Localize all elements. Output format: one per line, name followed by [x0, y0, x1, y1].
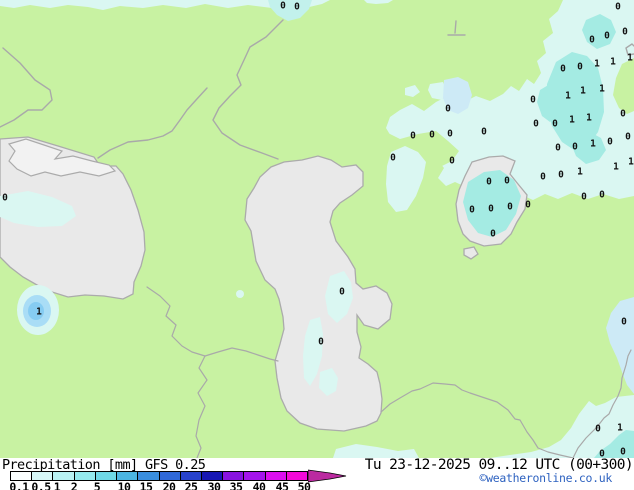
precip-value: 0	[552, 119, 558, 130]
scale-box	[266, 472, 287, 480]
scale-box	[244, 472, 265, 480]
scale-tick-label: 45	[276, 480, 289, 490]
precip-value: 0	[581, 192, 587, 203]
precip-value: 0	[577, 62, 583, 73]
weather-map-screenshot: 0000000011101110000000011001000000111000…	[0, 0, 634, 490]
precip-value: 0	[599, 190, 605, 201]
scale-tick-label: 35	[230, 480, 243, 490]
precip-value: 1	[627, 53, 633, 64]
precip-value: 0	[604, 31, 610, 42]
precip-value: 0	[2, 193, 8, 204]
scale-box	[32, 472, 53, 480]
precip-value: 1	[565, 91, 571, 102]
scale-labels: 0.10.5125101520253035404550	[0, 480, 340, 490]
scale-tick-label: 40	[253, 480, 266, 490]
precip-value: 0	[621, 317, 627, 328]
copyright-watermark: ©weatheronline.co.uk	[480, 471, 612, 485]
precip-value: 1	[628, 157, 634, 168]
scale-box	[202, 472, 223, 480]
precip-value: 0	[572, 142, 578, 153]
precip-value: 0	[595, 424, 601, 435]
scale-box	[287, 472, 307, 480]
precip-value: 0	[525, 200, 531, 211]
precip-value: 0	[620, 109, 626, 120]
precipitation-map: 0000000011101110000000011001000000111000…	[0, 0, 634, 458]
precip-value: 0	[294, 2, 300, 13]
precip-value: 1	[590, 139, 596, 150]
precip-value: 1	[36, 307, 42, 318]
precip-value: 0	[558, 170, 564, 181]
scale-box	[181, 472, 202, 480]
precip-value: 0	[540, 172, 546, 183]
precip-value: 0	[589, 35, 595, 46]
scale-tick-label: 1	[54, 480, 60, 490]
precip-value: 0	[507, 202, 513, 213]
legend-bar: Precipitation [mm] GFS 0.25 Tu 23-12-202…	[0, 458, 634, 490]
scale-tick-label: 0.1	[9, 480, 28, 490]
precip-value: 1	[617, 423, 623, 434]
scale-tick-label: 2	[71, 480, 77, 490]
precip-value: 0	[429, 130, 435, 141]
scale-box	[138, 472, 159, 480]
precip-value: 1	[580, 86, 586, 97]
precip-value: 0	[560, 64, 566, 75]
precip-value: 0	[318, 337, 324, 348]
precip-value: 1	[586, 113, 592, 124]
precip-value: 1	[599, 84, 605, 95]
precip-value: 0	[410, 131, 416, 142]
precip-value: 0	[390, 153, 396, 164]
scale-box	[75, 472, 96, 480]
precip-value: 0	[620, 447, 626, 458]
precip-value: 0	[504, 176, 510, 187]
precip-value: 0	[607, 137, 613, 148]
precip-value: 0	[488, 204, 494, 215]
precip-value: 1	[569, 115, 575, 126]
precip-value: 0	[481, 127, 487, 138]
precip-dot	[236, 290, 244, 298]
precip-value: 0	[622, 27, 628, 38]
precip-value: 0	[486, 177, 492, 188]
precip-value: 0	[615, 2, 621, 13]
precip-value: 1	[577, 167, 583, 178]
precip-value: 0	[490, 229, 496, 240]
precip-value: 0	[533, 119, 539, 130]
scale-box	[53, 472, 74, 480]
scale-box	[117, 472, 138, 480]
scale-tick-label: 25	[185, 480, 198, 490]
precip-value: 0	[469, 205, 475, 216]
scale-box	[160, 472, 181, 480]
scale-tick-label: 0.5	[31, 480, 50, 490]
scale-tick-label: 5	[94, 480, 100, 490]
precip-value: 0	[445, 104, 451, 115]
scale-tick-label: 10	[118, 480, 131, 490]
precip-value: 1	[610, 57, 616, 68]
scale-box	[96, 472, 117, 480]
scale-box	[223, 472, 244, 480]
precip-value: 0	[280, 1, 286, 12]
precip-value: 0	[447, 129, 453, 140]
precip-value: 1	[613, 162, 619, 173]
precip-value: 0	[625, 132, 631, 143]
precip-value: 0	[449, 156, 455, 167]
precip-value: 0	[555, 143, 561, 154]
scale-box	[11, 472, 32, 480]
scale-tick-label: 30	[208, 480, 221, 490]
scale-tick-label: 15	[140, 480, 153, 490]
precip-value: 1	[594, 59, 600, 70]
scale-tick-label: 50	[298, 480, 311, 490]
precip-value: 0	[339, 287, 345, 298]
scale-tick-label: 20	[163, 480, 176, 490]
precip-value: 0	[530, 95, 536, 106]
